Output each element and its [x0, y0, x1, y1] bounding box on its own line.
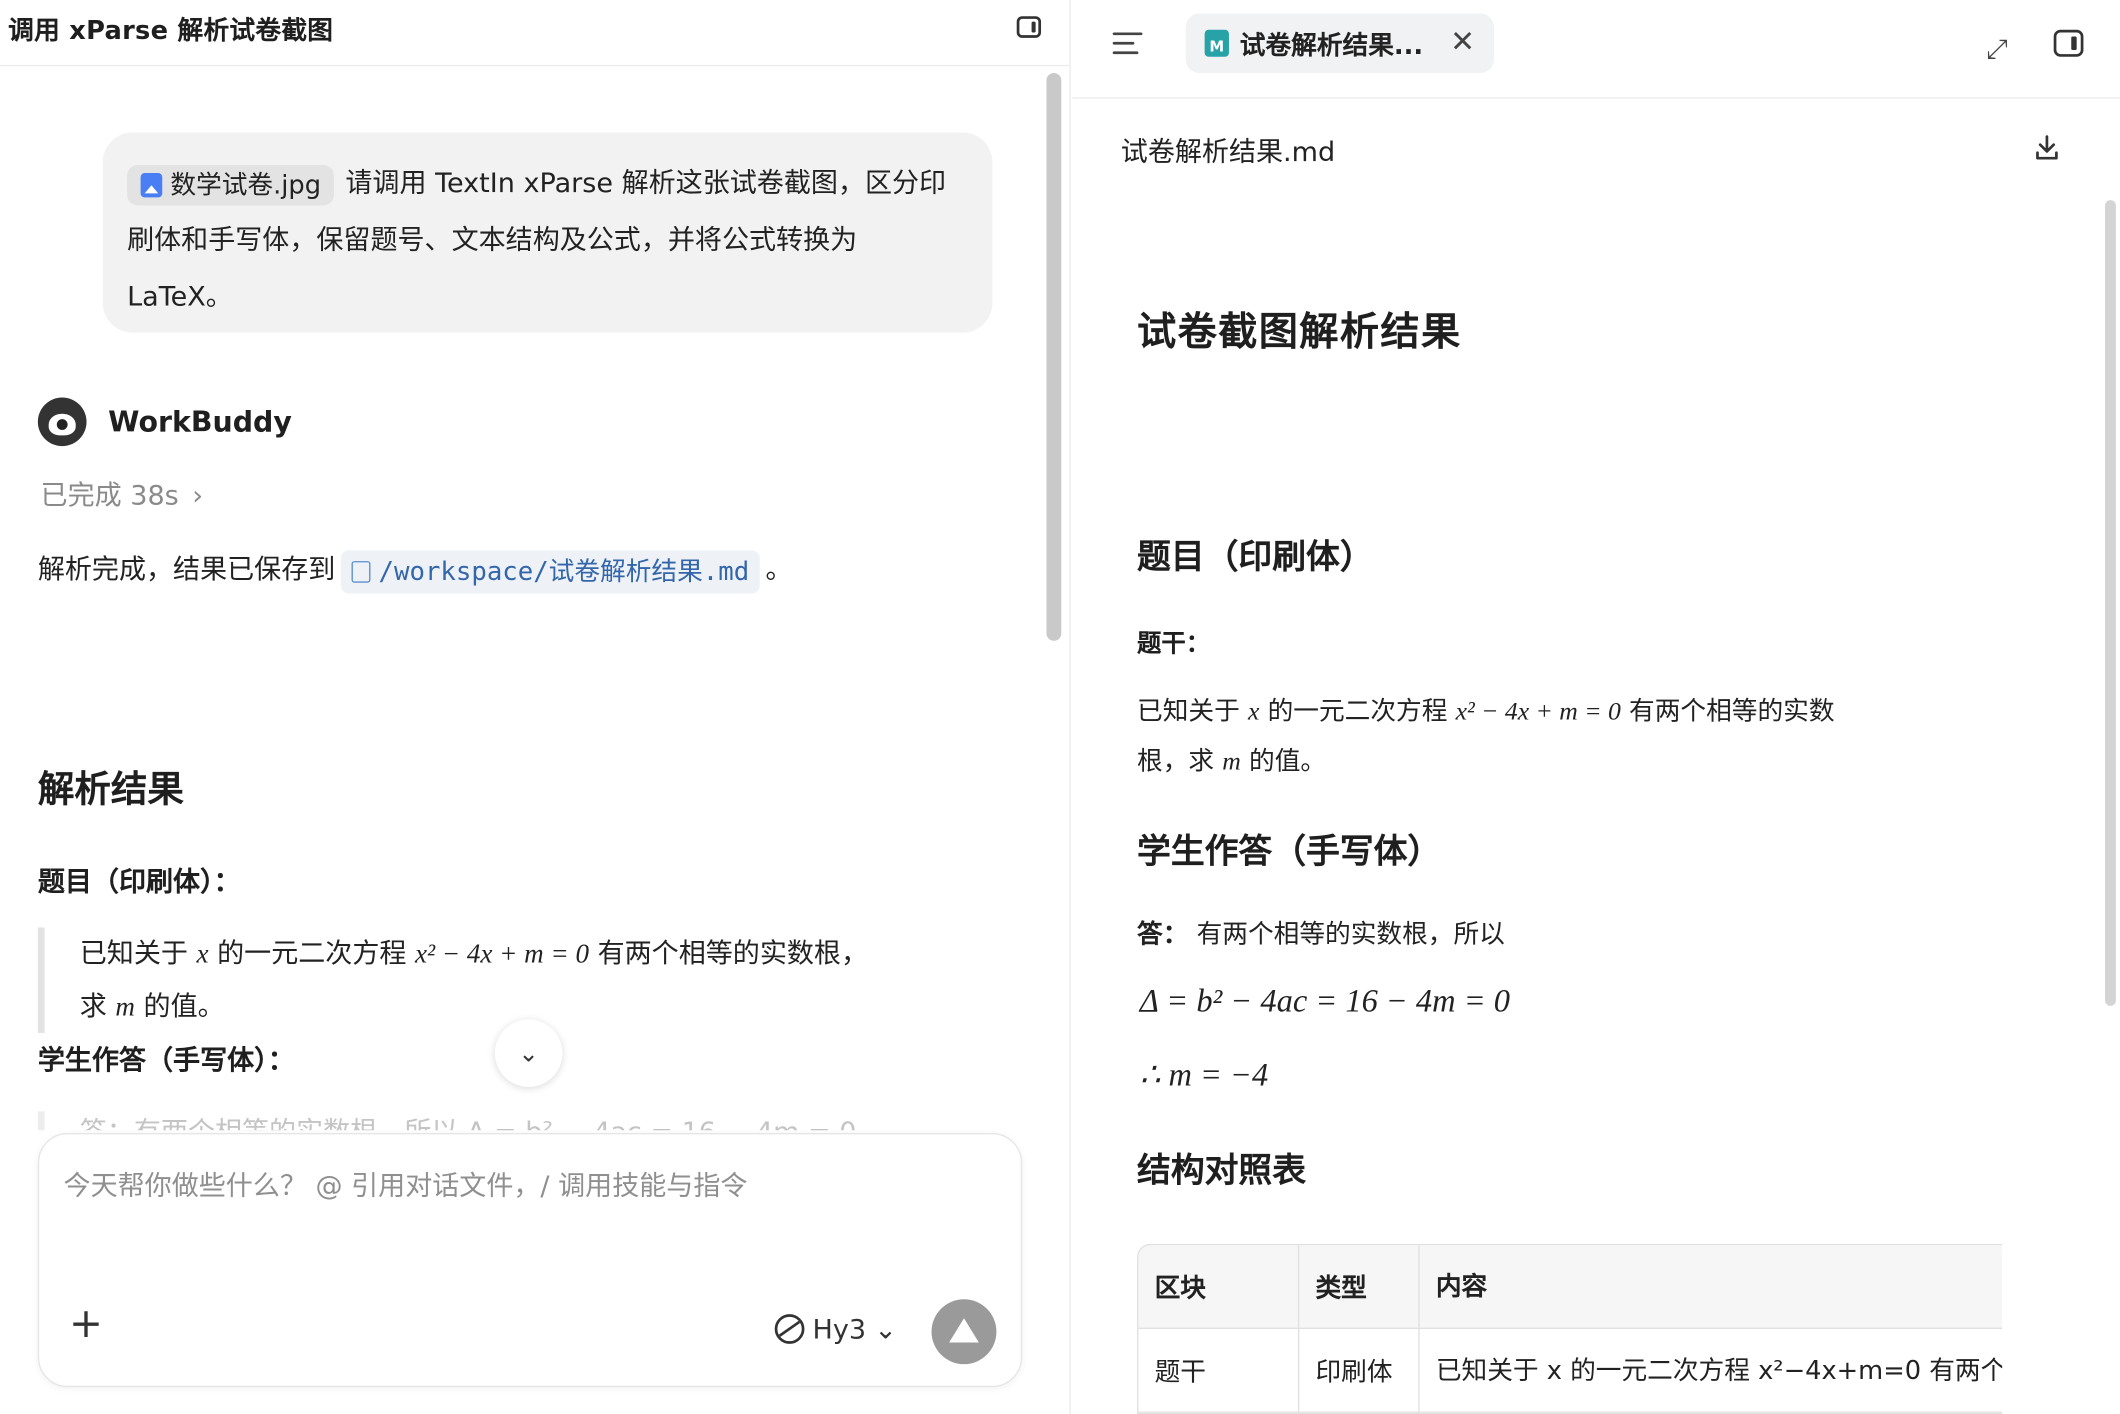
- chat-pane: 调用 xParse 解析试卷截图 数学试卷.jpg 请调用 TextIn xPar…: [0, 0, 1071, 1414]
- stem-text: 根，求: [1137, 746, 1215, 777]
- result-message: 解析完成，结果已保存到/workspace/试卷解析结果.md 。: [37, 546, 793, 593]
- question-text: 的一元二次方程: [217, 936, 407, 970]
- sidebar-toggle-icon[interactable]: [2053, 29, 2084, 57]
- chevron-right-icon: ›: [192, 478, 204, 512]
- answer-label: 学生作答（手写体）：: [37, 1043, 295, 1077]
- stem-label: 题干：: [1137, 630, 1211, 659]
- markdown-file-icon: [351, 560, 371, 583]
- question-label: 题目（印刷体）：: [37, 865, 241, 898]
- question-text: 有两个相等的实数根，: [597, 936, 869, 970]
- chat-input-placeholder[interactable]: 今天帮你做些什么？ @ 引用对话文件，/ 调用技能与指令: [64, 1164, 748, 1203]
- header-divider: [0, 64, 1070, 67]
- table-cell: 题干: [1138, 1329, 1300, 1412]
- document-scrollbar[interactable]: [2105, 200, 2116, 1006]
- section-title: 解析结果: [37, 769, 184, 812]
- bot-avatar: [37, 397, 87, 447]
- math-var-x: x: [196, 939, 209, 970]
- heading-answer: 学生作答（手写体）: [1137, 831, 1442, 871]
- table-header-cell: 类型: [1299, 1245, 1420, 1328]
- table-header-cell: 区块: [1138, 1245, 1300, 1328]
- question-quote: 已知关于 x 的一元二次方程 x² − 4x + m = 0 有两个相等的实数根…: [37, 927, 984, 1033]
- sidebar-toggle-icon[interactable]: [1016, 16, 1042, 38]
- tab-label: 试卷解析结果...: [1239, 30, 1424, 61]
- math-var-m: m: [1222, 747, 1241, 777]
- table-cell: 印刷体: [1299, 1329, 1420, 1412]
- download-icon[interactable]: [2032, 132, 2062, 162]
- expand-icon[interactable]: ⤢: [1986, 32, 2008, 64]
- file-name: 试卷解析结果.md: [1120, 135, 1336, 168]
- close-icon[interactable]: ✕: [1450, 26, 1475, 60]
- chat-input-box[interactable]: 今天帮你做些什么？ @ 引用对话文件，/ 调用技能与指令 + Hy3 ⌄: [37, 1132, 1023, 1388]
- conversation-title: 调用 xParse 解析试卷截图: [8, 16, 334, 46]
- heading-question: 题目（印刷体）: [1137, 536, 1374, 576]
- equation-discriminant: Δ = b² − 4ac = 16 − 4m = 0: [1139, 984, 1510, 1020]
- markdown-badge-icon: M: [1204, 29, 1229, 57]
- table-header-row: 区块 类型 内容: [1138, 1245, 2003, 1330]
- status-toggle[interactable]: 已完成 38s ›: [41, 473, 204, 512]
- result-path: /workspace/试卷解析结果.md: [378, 556, 750, 587]
- math-var-m: m: [115, 992, 135, 1023]
- tab-result-file[interactable]: M 试卷解析结果... ✕: [1185, 13, 1494, 74]
- question-text: 的值。: [143, 989, 225, 1023]
- question-text: 求: [79, 989, 107, 1023]
- table-row: 题干 印刷体 已知关于 x 的一元二次方程 x²−4x+m=0 有两个相等的实数…: [1138, 1329, 2003, 1413]
- status-text: 已完成 38s: [40, 478, 179, 512]
- app-window: 调用 xParse 解析试卷截图 数学试卷.jpg 请调用 TextIn xPar…: [0, 0, 2120, 1414]
- header-divider: [1072, 97, 2120, 99]
- bot-name: WorkBuddy: [108, 405, 292, 439]
- image-file-icon: [140, 172, 163, 197]
- menu-icon[interactable]: [1112, 32, 1143, 55]
- stem-text: 已知关于: [1137, 696, 1240, 727]
- model-logo-icon: [774, 1314, 805, 1344]
- answer-text: 有两个相等的实数根，所以: [1196, 919, 1505, 950]
- stem-text: 的一元二次方程: [1267, 696, 1448, 727]
- model-name: Hy3: [812, 1312, 867, 1346]
- equation-solution: ∴ m = −4: [1139, 1058, 1269, 1094]
- result-prefix: 解析完成，结果已保存到: [37, 552, 336, 586]
- math-var-x: x: [1247, 697, 1260, 727]
- result-file-link[interactable]: /workspace/试卷解析结果.md: [340, 549, 761, 593]
- chevron-down-icon: ⌄: [874, 1312, 897, 1346]
- table-cell: 已知关于 x 的一元二次方程 x²−4x+m=0 有两个相等的实数根，求 m 的…: [1435, 1356, 2002, 1386]
- attachment-chip[interactable]: 数学试卷.jpg: [127, 164, 335, 205]
- send-button[interactable]: [931, 1299, 997, 1365]
- faded-answer-line: 答：有两个相等的实数根，所以 Δ = b² − 4ac = 16 − 4m = …: [37, 1111, 971, 1131]
- document-title: 试卷截图解析结果: [1137, 308, 1462, 355]
- answer-paragraph: 答： 有两个相等的实数根，所以: [1137, 910, 2016, 959]
- table-header-cell: 内容: [1435, 1271, 1488, 1302]
- question-text: 已知关于: [79, 936, 188, 970]
- structure-table: 区块 类型 内容 题干 印刷体 已知关于 x 的一元二次方程 x²−4x+m=0…: [1137, 1243, 2003, 1414]
- user-message-bubble: 数学试卷.jpg 请调用 TextIn xParse 解析这张试卷截图，区分印刷体…: [102, 132, 993, 333]
- attachment-name: 数学试卷.jpg: [170, 169, 322, 200]
- answer-label: 答：: [1137, 919, 1189, 950]
- user-message: 数学试卷.jpg 请调用 TextIn xParse 解析这张试卷截图，区分印刷体…: [127, 154, 968, 324]
- plus-icon[interactable]: +: [69, 1304, 103, 1346]
- preview-pane: M 试卷解析结果... ✕ ⤢ 试卷解析结果.md 试卷截图解析结果 题目（印刷…: [1072, 0, 2120, 1414]
- stem-text: 的值。: [1249, 746, 1327, 777]
- chat-scrollbar[interactable]: [1046, 73, 1062, 641]
- stem-text: 有两个相等的实数: [1629, 696, 1835, 727]
- math-equation: x² − 4x + m = 0: [1455, 697, 1621, 727]
- math-equation: x² − 4x + m = 0: [415, 939, 590, 970]
- model-selector[interactable]: Hy3 ⌄: [774, 1312, 897, 1346]
- chevron-down-icon[interactable]: ⌄: [494, 1019, 563, 1088]
- stem-paragraph: 已知关于 x 的一元二次方程 x² − 4x + m = 0 有两个相等的实数 …: [1137, 687, 2016, 787]
- heading-table: 结构对照表: [1137, 1150, 1307, 1190]
- result-suffix: 。: [765, 552, 793, 586]
